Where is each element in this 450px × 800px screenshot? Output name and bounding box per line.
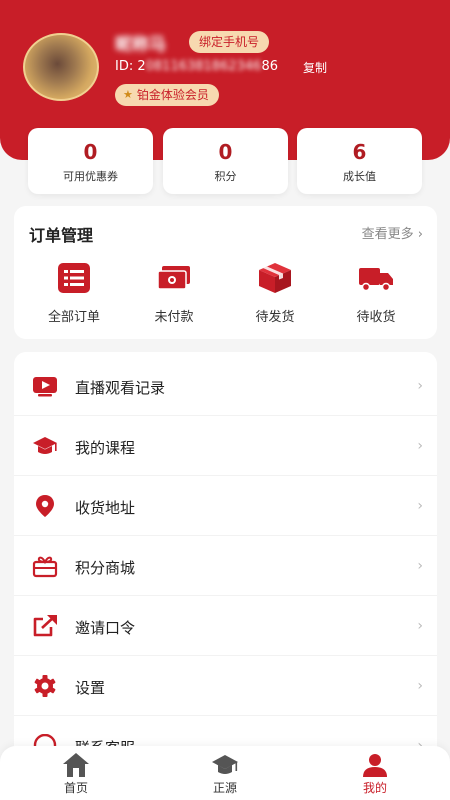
avatar[interactable] xyxy=(23,33,99,101)
menu-my-courses[interactable]: 我的课程 › xyxy=(14,416,437,476)
cash-icon xyxy=(157,266,190,290)
chevron-right-icon: › xyxy=(417,438,423,454)
menu-label: 积分商城 xyxy=(75,559,136,577)
tab-mine[interactable]: 我的 xyxy=(335,752,415,796)
chevron-right-icon: › xyxy=(417,678,423,694)
tab-label: 正源 xyxy=(212,781,237,795)
chevron-right-icon: › xyxy=(417,558,423,574)
order-management-card: 订单管理 查看更多 › 全部订单 未付款 待发货 待收货 xyxy=(14,206,437,339)
member-badge[interactable]: ★ 铂金体验会员 xyxy=(115,84,219,106)
home-icon xyxy=(63,753,89,777)
username: 昵称马 xyxy=(115,35,166,55)
menu-points-mall[interactable]: 积分商城 › xyxy=(14,536,437,596)
stat-label: 可用优惠券 xyxy=(63,170,118,183)
chevron-right-icon: › xyxy=(417,618,423,634)
order-all[interactable]: 全部订单 xyxy=(29,262,119,325)
menu-list: 直播观看记录 › 我的课程 › 收货地址 › 积分商城 › 邀请口令 › 设置 … xyxy=(14,352,437,800)
user-id-prefix: ID: 2 xyxy=(115,59,146,74)
menu-shipping-address[interactable]: 收货地址 › xyxy=(14,476,437,536)
share-icon xyxy=(33,615,57,637)
order-unpaid[interactable]: 未付款 xyxy=(129,262,219,325)
stat-value: 0 xyxy=(83,140,98,164)
menu-live-history[interactable]: 直播观看记录 › xyxy=(14,356,437,416)
graduation-cap-icon xyxy=(212,755,238,774)
stat-value: 0 xyxy=(218,140,233,164)
order-unpaid-label: 未付款 xyxy=(154,310,194,325)
menu-label: 收货地址 xyxy=(75,499,136,517)
menu-label: 邀请口令 xyxy=(75,619,136,637)
chevron-right-icon: › xyxy=(417,378,423,394)
bind-phone-button[interactable]: 绑定手机号 xyxy=(189,31,270,53)
gear-icon xyxy=(34,675,56,697)
menu-label: 直播观看记录 xyxy=(75,379,166,397)
stat-coupons[interactable]: 0 可用优惠券 xyxy=(28,128,153,194)
stat-points[interactable]: 0 积分 xyxy=(163,128,288,194)
stat-value: 6 xyxy=(352,140,367,164)
member-badge-label: 铂金体验会员 xyxy=(136,88,209,102)
chevron-right-icon: › xyxy=(417,227,423,242)
tab-home[interactable]: 首页 xyxy=(36,752,116,796)
stat-label: 成长值 xyxy=(343,170,376,183)
order-to-receive-label: 待收货 xyxy=(356,310,396,325)
menu-label: 我的课程 xyxy=(75,439,136,457)
tab-label: 首页 xyxy=(63,781,88,795)
gift-icon xyxy=(32,556,58,578)
view-more-link[interactable]: 查看更多 › xyxy=(362,223,423,242)
location-pin-icon xyxy=(36,495,54,517)
user-id-masked: 08116381862346 xyxy=(145,59,262,74)
truck-icon xyxy=(359,268,393,292)
menu-invite-code[interactable]: 邀请口令 › xyxy=(14,596,437,656)
live-play-icon xyxy=(33,377,57,397)
chevron-right-icon: › xyxy=(417,498,423,514)
order-all-label: 全部订单 xyxy=(47,310,100,325)
stat-label: 积分 xyxy=(214,170,237,183)
bottom-tab-bar: 首页 正源 我的 xyxy=(0,746,450,800)
user-id: ID: 20811638186234686 xyxy=(115,59,278,74)
order-to-ship[interactable]: 待发货 xyxy=(230,262,320,325)
copy-id-button[interactable]: 复制 xyxy=(303,59,327,76)
stat-growth[interactable]: 6 成长值 xyxy=(297,128,422,194)
graduation-cap-icon xyxy=(33,437,57,454)
user-id-suffix: 86 xyxy=(261,59,278,74)
order-management-title: 订单管理 xyxy=(29,226,94,245)
view-more-label: 查看更多 xyxy=(361,227,414,242)
menu-settings[interactable]: 设置 › xyxy=(14,656,437,716)
menu-label: 设置 xyxy=(75,679,106,697)
list-icon xyxy=(58,263,90,293)
user-icon xyxy=(363,754,387,777)
tab-label: 我的 xyxy=(362,781,387,795)
star-icon: ★ xyxy=(123,88,133,101)
order-to-ship-label: 待发货 xyxy=(255,310,295,325)
order-to-receive[interactable]: 待收货 xyxy=(331,262,421,325)
box-icon xyxy=(259,263,291,293)
tab-zhengyuan[interactable]: 正源 xyxy=(185,752,265,796)
